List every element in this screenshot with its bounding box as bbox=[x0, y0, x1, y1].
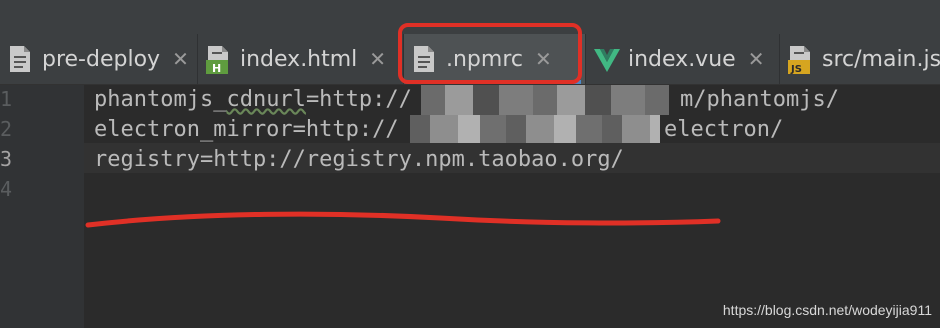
red-underline-annotation bbox=[85, 211, 721, 228]
watermark-text: https://blog.csdn.net/wodeyijia911 bbox=[722, 302, 932, 318]
